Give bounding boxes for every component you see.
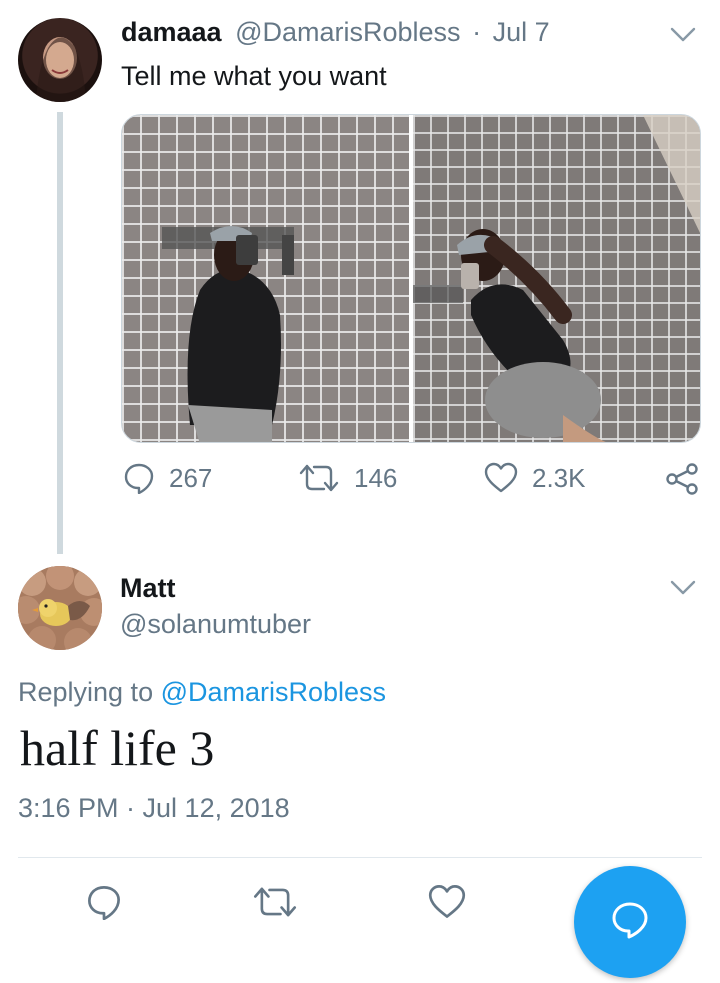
photo-2[interactable] — [413, 115, 700, 442]
reply-icon[interactable] — [86, 884, 122, 925]
reply-count: 267 — [169, 462, 213, 493]
retweet-icon — [299, 464, 339, 492]
tweet-actions: 267 146 2.3K — [121, 462, 701, 502]
tweet-media[interactable] — [121, 114, 701, 443]
reply-action[interactable]: 267 — [123, 462, 212, 494]
avatar[interactable] — [18, 18, 102, 102]
divider — [18, 857, 702, 858]
handle[interactable]: @DamarisRobless — [235, 17, 460, 47]
share-icon — [666, 463, 698, 495]
retweet-count: 146 — [354, 462, 398, 493]
like-action[interactable]: 2.3K — [484, 462, 586, 494]
chevron-down-icon[interactable] — [670, 27, 696, 48]
handle[interactable]: @solanumtuber — [120, 609, 311, 640]
thread-line — [57, 112, 63, 554]
avatar[interactable] — [18, 566, 102, 650]
replying-to: Replying to @DamarisRobless — [18, 677, 386, 708]
reply-icon — [124, 463, 154, 494]
replying-to-label: Replying to — [18, 677, 161, 707]
photo-1[interactable] — [122, 115, 409, 442]
timestamp[interactable]: 3:16 PM · Jul 12, 2018 — [18, 793, 290, 824]
retweet-icon[interactable] — [252, 884, 298, 925]
mention-link[interactable]: @DamarisRobless — [161, 677, 386, 707]
chevron-down-icon[interactable] — [670, 580, 696, 601]
like-count: 2.3K — [532, 462, 586, 493]
heart-icon[interactable] — [428, 884, 466, 925]
share-action[interactable] — [665, 462, 699, 496]
display-name[interactable]: damaaa — [121, 17, 222, 47]
tweet-text: Tell me what you want — [121, 61, 387, 91]
reply-text: half life 3 — [20, 720, 215, 776]
tweet-date[interactable]: Jul 7 — [493, 17, 550, 47]
separator: · — [472, 17, 482, 47]
retweet-action[interactable]: 146 — [298, 462, 397, 494]
heart-icon — [484, 462, 518, 493]
tweet-header: damaaa @DamarisRobless · Jul 7 — [121, 17, 550, 48]
compose-reply-button[interactable] — [574, 866, 686, 978]
display-name[interactable]: Matt — [120, 573, 176, 604]
compose-reply-icon — [612, 902, 648, 939]
